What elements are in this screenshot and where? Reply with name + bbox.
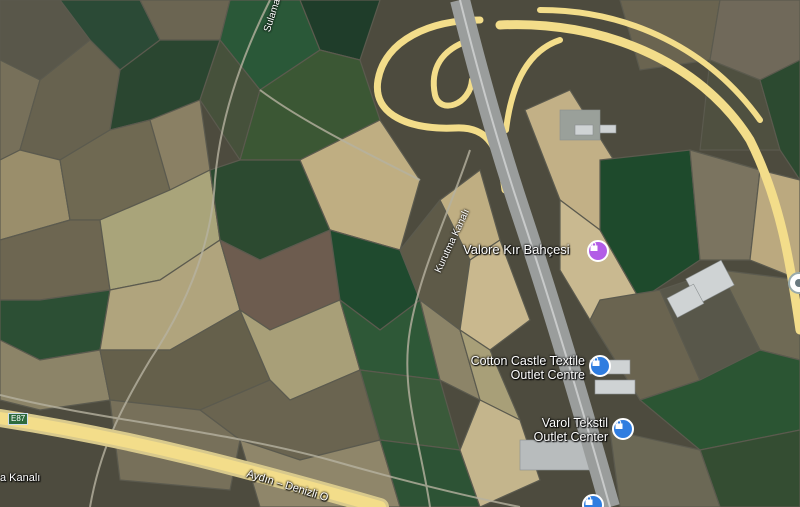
highway-shield-e87: E87 (8, 413, 29, 425)
satellite-map[interactable]: Sulama Kurutma Kanalı a Kanalı Aydın – D… (0, 0, 800, 507)
poi-label-line: Outlet Center (533, 430, 608, 444)
poi-pin-varol[interactable] (612, 418, 634, 440)
poi-label-line: Cotton Castle Textile (470, 354, 585, 368)
canal-label-left: a Kanalı (0, 472, 41, 484)
poi-pin-valore[interactable] (587, 240, 609, 262)
satellite-imagery (0, 0, 800, 507)
poi-pin-cotton-castle[interactable] (589, 355, 611, 377)
poi-label-line: Varol Tekstil (541, 416, 608, 430)
poi-label-cotton-castle[interactable]: Cotton Castle Textile Outlet Centre (455, 354, 585, 382)
poi-label-valore[interactable]: Valore Kır Bahçesi (463, 242, 570, 257)
poi-label-varol[interactable]: Varol Tekstil Outlet Center (480, 416, 608, 444)
poi-label-line: Outlet Centre (510, 368, 585, 382)
